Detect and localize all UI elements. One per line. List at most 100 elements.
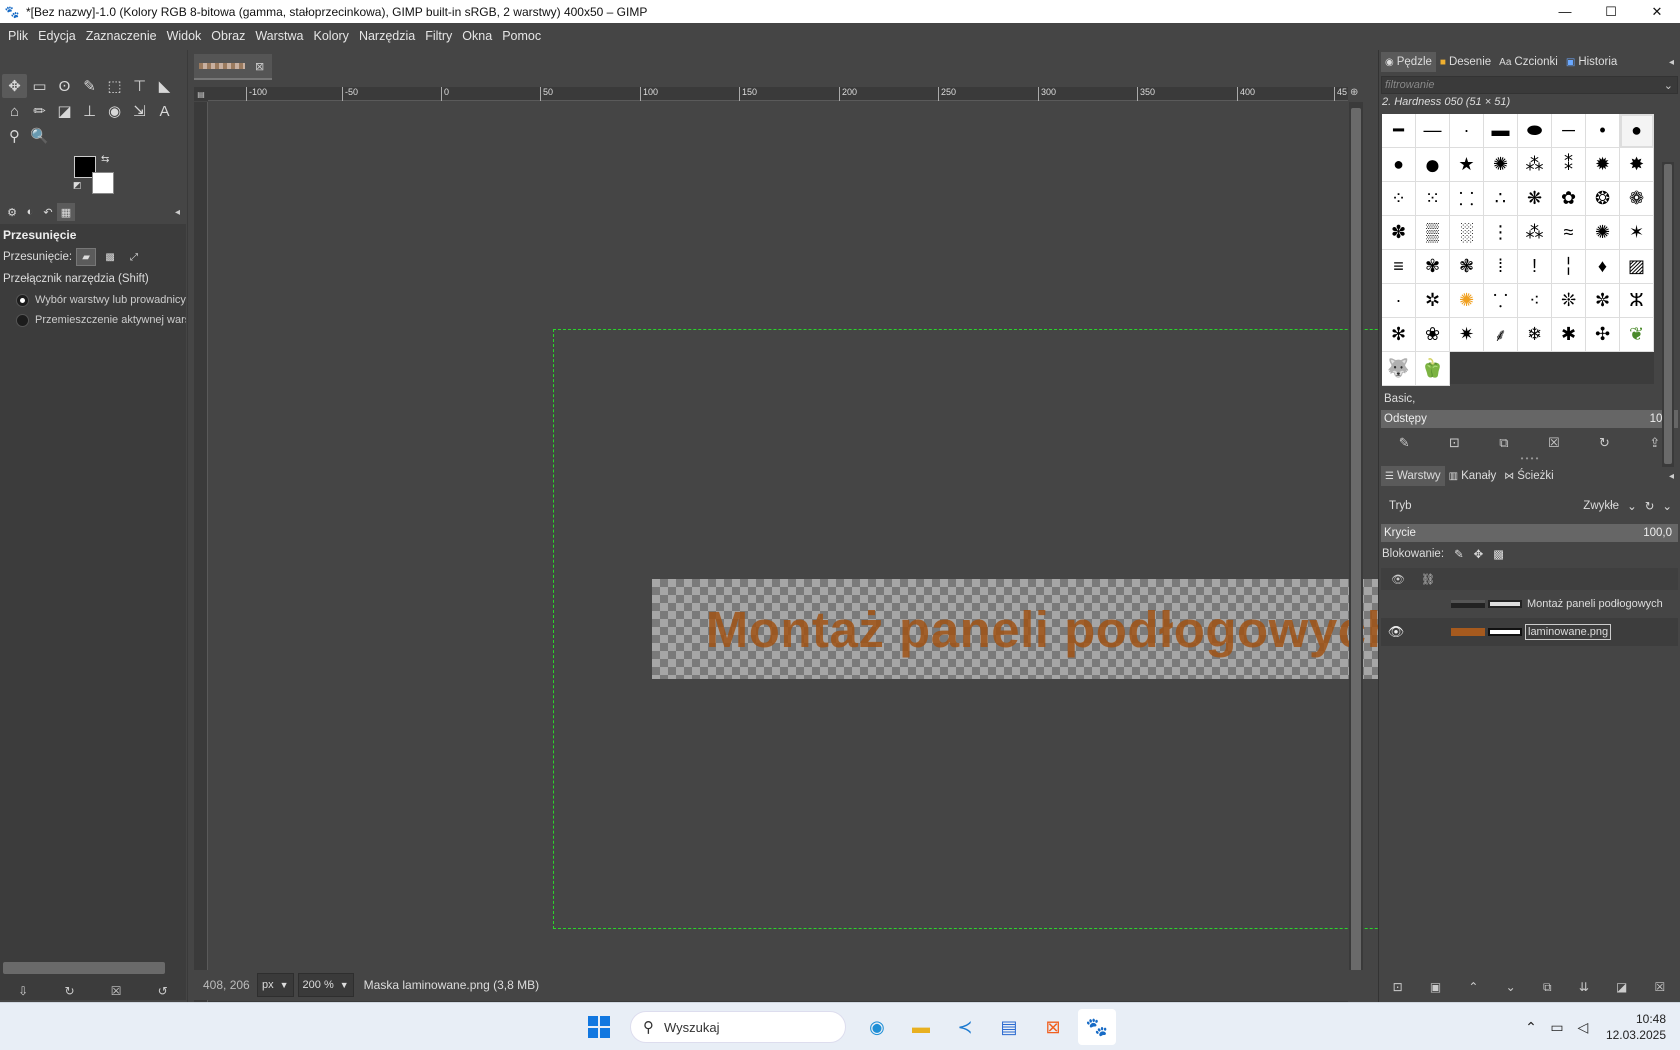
eye-icon[interactable]: 👁 xyxy=(1381,624,1411,640)
new-layer-group-icon[interactable]: ▣ xyxy=(1430,980,1441,994)
brush-cell[interactable]: ▬ xyxy=(1484,114,1518,148)
brush-cell[interactable]: — xyxy=(1416,114,1450,148)
menu-view[interactable]: Widok xyxy=(162,23,207,50)
background-color-swatch[interactable] xyxy=(92,172,114,194)
brush-cell[interactable]: ✶ xyxy=(1620,216,1654,250)
brush-cell[interactable]: ⸬ xyxy=(1450,182,1484,216)
brush-cell[interactable]: · xyxy=(1382,284,1416,318)
brush-filter-input[interactable]: filtrowanie ⌄ xyxy=(1381,76,1678,94)
brush-cell[interactable]: ≡ xyxy=(1382,250,1416,284)
brush-cell[interactable]: ≈ xyxy=(1552,216,1586,250)
gimp-taskbar-icon[interactable]: 🐾 xyxy=(1078,1009,1116,1045)
menu-edit[interactable]: Edycja xyxy=(33,23,81,50)
spacing-slider[interactable]: Odstępy 10,0 xyxy=(1381,410,1678,428)
zoom-selector[interactable]: 200 % ▼ xyxy=(297,973,354,997)
network-icon[interactable]: ▭ xyxy=(1544,1019,1570,1036)
brush-cell[interactable]: ✹ xyxy=(1586,148,1620,182)
brush-cell[interactable]: ✣ xyxy=(1586,318,1620,352)
menu-filters[interactable]: Filtry xyxy=(420,23,457,50)
brush-cell-selected[interactable]: ● xyxy=(1620,114,1654,148)
dock-menu-icon[interactable]: ◂ xyxy=(1669,471,1674,482)
tab-channels[interactable]: ▥ Kanały xyxy=(1445,466,1501,486)
swap-colors-icon[interactable]: ⇆ xyxy=(101,154,109,165)
brush-cell[interactable]: ❁ xyxy=(1620,182,1654,216)
brush-cell[interactable]: 🫑 xyxy=(1416,352,1450,386)
unit-selector[interactable]: px ▼ xyxy=(257,973,294,997)
notepad-icon[interactable]: ▤ xyxy=(990,1009,1028,1045)
crop-tool-icon[interactable]: ⬚ xyxy=(102,74,127,98)
move-selection-mode-button[interactable]: ▩ xyxy=(100,248,120,266)
brush-cell[interactable]: ❋ xyxy=(1518,182,1552,216)
rect-select-tool-icon[interactable]: ▭ xyxy=(27,74,52,98)
xampp-icon[interactable]: ⊠ xyxy=(1034,1009,1072,1045)
brush-cell[interactable]: ▨ xyxy=(1620,250,1654,284)
color-picker-tool-icon[interactable]: ⚲ xyxy=(2,124,27,148)
paths-tool-icon[interactable]: ⇲ xyxy=(127,99,152,123)
brush-cell[interactable]: ♦ xyxy=(1586,250,1620,284)
menu-layer[interactable]: Warstwa xyxy=(250,23,308,50)
lock-alpha-icon[interactable]: ▩ xyxy=(1493,547,1504,561)
menu-tools[interactable]: Narzędzia xyxy=(354,23,420,50)
opacity-slider[interactable]: Krycie 100,0 xyxy=(1381,524,1678,542)
brush-cell[interactable]: ⸪ xyxy=(1484,284,1518,318)
brush-cell[interactable]: ✻ xyxy=(1382,318,1416,352)
brush-cell[interactable]: ░ xyxy=(1450,216,1484,250)
vertical-scrollbar[interactable] xyxy=(1349,102,1363,1000)
visibility-column-icon[interactable]: 👁 xyxy=(1391,573,1405,586)
new-layer-icon[interactable]: ⊡ xyxy=(1393,980,1403,994)
brush-cell[interactable]: ⁂ xyxy=(1518,148,1552,182)
layer-row[interactable]: Montaż paneli podłogowych xyxy=(1381,590,1678,618)
tab-layers[interactable]: ☰ Warstwy xyxy=(1381,466,1445,486)
zoom-tool-icon[interactable]: 🔍 xyxy=(27,124,52,148)
brush-cell[interactable]: • xyxy=(1586,114,1620,148)
pick-layer-radio[interactable]: Wybór warstwy lub prowadnicy xyxy=(0,290,186,310)
volume-icon[interactable]: ◁ xyxy=(1570,1019,1596,1036)
dock-separator-handle[interactable]: • • • • xyxy=(1379,454,1680,464)
tab-patterns[interactable]: ■ Desenie xyxy=(1436,52,1495,72)
brush-cell[interactable]: ⋮ xyxy=(1484,216,1518,250)
open-brush-as-image-icon[interactable]: ⇪ xyxy=(1649,435,1660,451)
duplicate-brush-icon[interactable]: ⧉ xyxy=(1499,435,1508,451)
brush-cell[interactable]: ✲ xyxy=(1416,284,1450,318)
brush-grid[interactable]: ━ — · ▬ ⬬ ─ • ● ● ● ★ ✺ ⁂ ⁑ ✹ ✸ ⁘ ⁙ ⸬ ∴ … xyxy=(1382,114,1654,386)
brush-cell[interactable]: ❃ xyxy=(1450,250,1484,284)
tab-brushes[interactable]: ◉ Pędzle xyxy=(1381,52,1436,72)
undo-history-tab-icon[interactable]: ↶ xyxy=(39,203,57,221)
brush-cell[interactable]: ! xyxy=(1518,250,1552,284)
duplicate-layer-icon[interactable]: ⧉ xyxy=(1543,980,1552,995)
brush-grid-scrollbar-thumb[interactable] xyxy=(1664,164,1672,464)
start-button[interactable] xyxy=(580,1009,618,1045)
brush-cell[interactable]: ✽ xyxy=(1382,216,1416,250)
restore-options-icon[interactable]: ↻ xyxy=(64,984,74,998)
move-path-mode-button[interactable]: ⤢ xyxy=(124,248,144,266)
chain-column-icon[interactable]: ⛓ xyxy=(1421,573,1435,586)
brush-cell[interactable]: ⁘ xyxy=(1382,182,1416,216)
brush-cell[interactable]: ✺ xyxy=(1450,284,1484,318)
tab-menu-icon[interactable]: ◂ xyxy=(175,207,180,218)
menu-colors[interactable]: Kolory xyxy=(309,23,354,50)
canvas-area[interactable]: Montaż paneli podłogowych xyxy=(209,102,1513,1002)
brush-cell[interactable]: ━ xyxy=(1382,114,1416,148)
tab-fonts[interactable]: Aa Czcionki xyxy=(1495,52,1562,72)
vertical-ruler[interactable] xyxy=(194,102,208,1002)
chevron-up-icon[interactable]: ⌃ xyxy=(1518,1019,1544,1036)
device-status-tab-icon[interactable]: ◐ xyxy=(21,203,39,221)
brush-cell[interactable]: ─ xyxy=(1552,114,1586,148)
horizontal-ruler[interactable]: -100 -50 0 50 100 150 200 250 300 350 40… xyxy=(208,87,1348,101)
lower-layer-icon[interactable]: ⌄ xyxy=(1506,980,1516,994)
close-button[interactable]: ✕ xyxy=(1634,0,1680,23)
move-tool-icon[interactable]: ✥ xyxy=(2,74,27,98)
brush-cell[interactable]: ⁑ xyxy=(1552,148,1586,182)
vscode-icon[interactable]: ≺ xyxy=(946,1009,984,1045)
clone-tool-icon[interactable]: ⊥ xyxy=(77,99,102,123)
brush-cell[interactable]: ✺ xyxy=(1484,148,1518,182)
vertical-scrollbar-thumb[interactable] xyxy=(1351,108,1361,988)
layer-image[interactable]: Montaż paneli podłogowych xyxy=(652,579,1452,679)
smudge-tool-icon[interactable]: ◉ xyxy=(102,99,127,123)
brush-cell[interactable]: ╎ xyxy=(1552,250,1586,284)
brush-cell[interactable]: ● xyxy=(1382,148,1416,182)
brush-cell[interactable]: ✼ xyxy=(1586,284,1620,318)
layer-name[interactable]: laminowane.png xyxy=(1525,624,1612,640)
tab-paths[interactable]: ⋈ Ścieżki xyxy=(1500,466,1557,486)
delete-options-icon[interactable]: ☒ xyxy=(111,984,122,998)
